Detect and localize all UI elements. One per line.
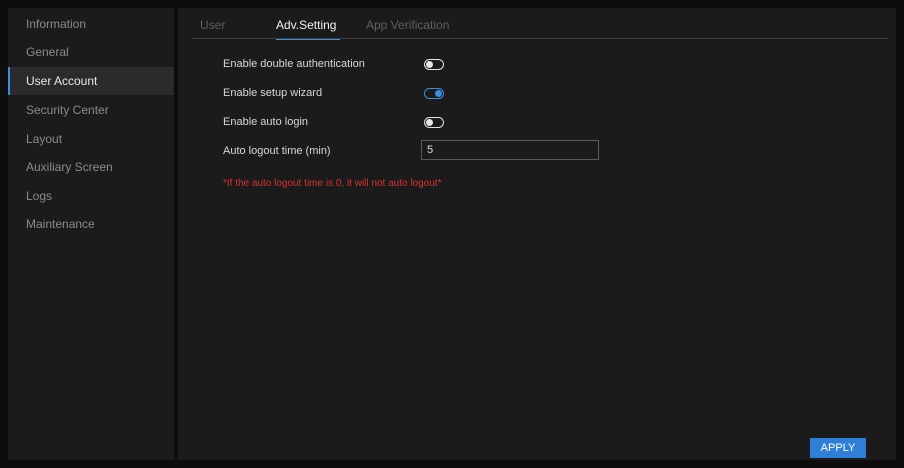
double-auth-label: Enable double authentication <box>223 58 365 70</box>
toggle-knob <box>435 90 442 97</box>
auto-logout-warning: *If the auto logout time is 0, it will n… <box>223 178 442 189</box>
setup-wizard-label: Enable setup wizard <box>223 87 323 99</box>
toggle-knob <box>426 119 433 126</box>
sidebar-item-security-center[interactable]: Security Center <box>8 96 174 124</box>
sidebar-item-user-account[interactable]: User Account <box>8 67 174 95</box>
sidebar-item-general[interactable]: General <box>8 38 174 66</box>
sidebar-item-auxiliary-screen[interactable]: Auxiliary Screen <box>8 153 174 181</box>
tab-app-verification[interactable]: App Verification <box>366 18 449 32</box>
sidebar-item-layout[interactable]: Layout <box>8 125 174 153</box>
main-panel: User Adv.Setting App Verification Enable… <box>178 8 896 460</box>
tab-adv-setting[interactable]: Adv.Setting <box>276 18 336 32</box>
auto-logout-input[interactable] <box>421 140 599 160</box>
tabs-divider <box>192 38 888 39</box>
auto-login-toggle[interactable] <box>424 117 444 128</box>
sidebar-item-logs[interactable]: Logs <box>8 182 174 210</box>
app-window: Information General User Account Securit… <box>0 0 904 468</box>
double-auth-toggle[interactable] <box>424 59 444 70</box>
setup-wizard-toggle[interactable] <box>424 88 444 99</box>
auto-logout-label: Auto logout time (min) <box>223 145 331 157</box>
apply-button[interactable]: APPLY <box>810 438 866 458</box>
tab-user[interactable]: User <box>200 18 225 32</box>
sidebar-item-information[interactable]: Information <box>8 10 174 38</box>
toggle-knob <box>426 61 433 68</box>
auto-login-label: Enable auto login <box>223 116 309 128</box>
sidebar-item-maintenance[interactable]: Maintenance <box>8 210 174 238</box>
sidebar: Information General User Account Securit… <box>8 8 174 460</box>
